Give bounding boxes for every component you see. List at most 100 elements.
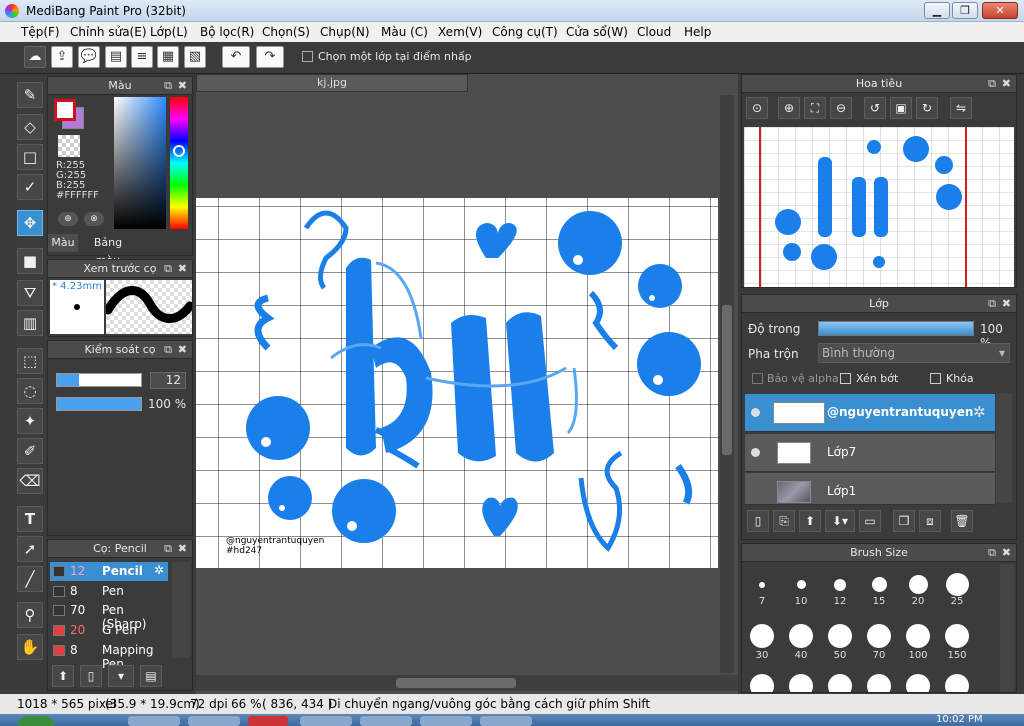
undock-icon[interactable]: ⧉	[988, 544, 996, 561]
add-brush-icon[interactable]: ⬆	[52, 665, 74, 687]
tab-color[interactable]: Màu	[48, 234, 78, 252]
divide-tool-icon[interactable]: ╱	[17, 566, 43, 592]
brush-settings-icon[interactable]: ▤	[140, 665, 162, 687]
select-tool-icon[interactable]: ⬚	[17, 348, 43, 374]
list-item[interactable]: 8 Pen	[50, 582, 168, 601]
gradient-tool-icon[interactable]: ▥	[17, 310, 43, 336]
brush-size-20[interactable]: 20	[900, 570, 936, 607]
drawing-canvas[interactable]: @nguyentrantuquyen #hd247	[196, 198, 718, 568]
horizontal-scroll-thumb[interactable]	[396, 678, 516, 688]
rectangle-tool-icon[interactable]: □	[17, 144, 43, 170]
panel-close-icon[interactable]: ✖	[1002, 295, 1011, 312]
taskbar-app[interactable]	[248, 716, 288, 726]
menu-layer[interactable]: Lớp(L)	[150, 25, 188, 39]
blend-mode-select[interactable]: Bình thường ▾	[818, 343, 1010, 363]
zoom-icon[interactable]: ⊙	[746, 97, 768, 119]
menu-select[interactable]: Chọn(S)	[262, 25, 310, 39]
layer-opacity-slider[interactable]	[818, 321, 974, 336]
eye-icon[interactable]	[751, 408, 760, 417]
brush-size-40[interactable]: 40	[783, 622, 819, 661]
layer-row[interactable]: Lớp1	[745, 473, 995, 505]
brush-size-scrollbar[interactable]	[1000, 564, 1014, 692]
menu-filter[interactable]: Bộ lọc(R)	[200, 25, 254, 39]
flip-icon[interactable]: ⇋	[950, 97, 972, 119]
brush-size-value[interactable]: 12	[150, 372, 186, 389]
grid-icon[interactable]: ▧	[184, 46, 206, 68]
panel-close-icon[interactable]: ✖	[1002, 75, 1011, 92]
undock-icon[interactable]: ⧉	[164, 260, 172, 277]
list-item[interactable]: 20 G Pen	[50, 621, 168, 640]
panel-close-icon[interactable]: ✖	[178, 260, 187, 277]
taskbar-app[interactable]	[188, 716, 240, 726]
color-picker-icon[interactable]: ⊗	[84, 212, 104, 226]
rotate-right-icon[interactable]: ↻	[916, 97, 938, 119]
reset-view-icon[interactable]: ▣	[890, 97, 912, 119]
zoom-out-icon[interactable]: ⊖	[830, 97, 852, 119]
brush-size-more[interactable]	[828, 674, 852, 692]
new-brush-icon[interactable]: ▯	[80, 665, 102, 687]
eyedropper-tool-icon[interactable]: ⚲	[17, 602, 43, 628]
select-pen-icon[interactable]: ✐	[17, 438, 43, 464]
primary-color-swatch[interactable]	[54, 99, 76, 121]
tab-palette[interactable]: Bảng màu	[80, 234, 136, 267]
list-item[interactable]: 12 Pencil ✲	[50, 562, 168, 581]
hue-handle[interactable]	[173, 145, 185, 157]
undock-icon[interactable]: ⧉	[164, 77, 172, 94]
trash-icon[interactable]: 🗑	[951, 510, 973, 532]
menu-file[interactable]: Tệp(F)	[21, 25, 60, 39]
brush-size-10[interactable]: 10	[783, 570, 819, 607]
eraser-tool-icon[interactable]: ◇	[17, 114, 43, 140]
brush-list-scrollbar[interactable]	[172, 562, 190, 658]
vertical-scroll-thumb[interactable]	[722, 305, 732, 455]
taskbar-app[interactable]	[128, 716, 180, 726]
cloud-icon[interactable]: ☁	[24, 46, 46, 68]
menu-color[interactable]: Màu (C)	[381, 25, 428, 39]
chat-icon[interactable]: ▤	[105, 46, 127, 68]
close-button[interactable]: ✕	[982, 2, 1018, 19]
canvas-horizontal-scrollbar[interactable]	[196, 675, 738, 691]
dot-tool-icon[interactable]: ✓	[17, 174, 43, 200]
layer-menu-icon[interactable]: ⬇▾	[825, 510, 855, 532]
brush-size-more[interactable]	[750, 674, 774, 692]
panel-close-icon[interactable]: ✖	[1002, 544, 1011, 561]
layer-list-scrollbar[interactable]	[996, 393, 1012, 503]
new-layer-icon[interactable]: ▯	[747, 510, 769, 532]
document-tab[interactable]: kj.jpg	[196, 74, 468, 92]
menu-window[interactable]: Cửa sổ(W)	[566, 25, 628, 39]
start-button[interactable]	[18, 716, 54, 726]
hue-slider[interactable]	[170, 97, 188, 229]
panel-close-icon[interactable]: ✖	[178, 540, 187, 557]
import-layer-icon[interactable]: ⬆	[799, 510, 821, 532]
brush-tool-icon[interactable]: ✎	[17, 82, 43, 108]
eye-icon[interactable]	[751, 448, 760, 457]
undock-icon[interactable]: ⧉	[988, 75, 996, 92]
menu-view[interactable]: Xem(V)	[438, 25, 482, 39]
menu-help[interactable]: Help	[684, 25, 711, 39]
taskbar-app[interactable]	[480, 716, 532, 726]
merge-icon[interactable]: ⧈	[919, 510, 941, 532]
fill-tool-icon[interactable]: ■	[17, 248, 43, 274]
panel-layout-icon[interactable]: ▦	[157, 46, 179, 68]
menu-cloud[interactable]: Cloud	[637, 25, 671, 39]
brush-size-slider[interactable]	[56, 373, 142, 387]
layer-row[interactable]: Lớp7	[745, 434, 995, 472]
panel-close-icon[interactable]: ✖	[178, 341, 187, 358]
text-tool-icon[interactable]: T	[17, 506, 43, 532]
layer-row[interactable]: @nguyentrantuquyen ✲	[745, 394, 995, 432]
brush-size-100[interactable]: 100	[900, 622, 936, 661]
taskbar-app[interactable]	[300, 716, 352, 726]
duplicate-icon[interactable]: ❐	[893, 510, 915, 532]
menu-tools[interactable]: Công cụ(T)	[492, 25, 558, 39]
brush-opacity-slider[interactable]	[56, 397, 142, 411]
menu-edit[interactable]: Chỉnh sửa(E)	[70, 25, 147, 39]
canvas-vertical-scrollbar[interactable]	[720, 95, 734, 673]
lasso-tool-icon[interactable]: ◌	[17, 378, 43, 404]
taskbar-app[interactable]	[360, 716, 412, 726]
brush-size-more[interactable]	[789, 674, 813, 692]
rotate-left-icon[interactable]: ↺	[864, 97, 886, 119]
undo-icon[interactable]: ↶	[222, 46, 250, 68]
gear-icon[interactable]: ✲	[973, 403, 986, 421]
move-tool-icon[interactable]: ✥	[17, 210, 43, 236]
bucket-tool-icon[interactable]: ⛛	[17, 280, 43, 306]
hand-tool-icon[interactable]: ✋	[17, 634, 43, 660]
